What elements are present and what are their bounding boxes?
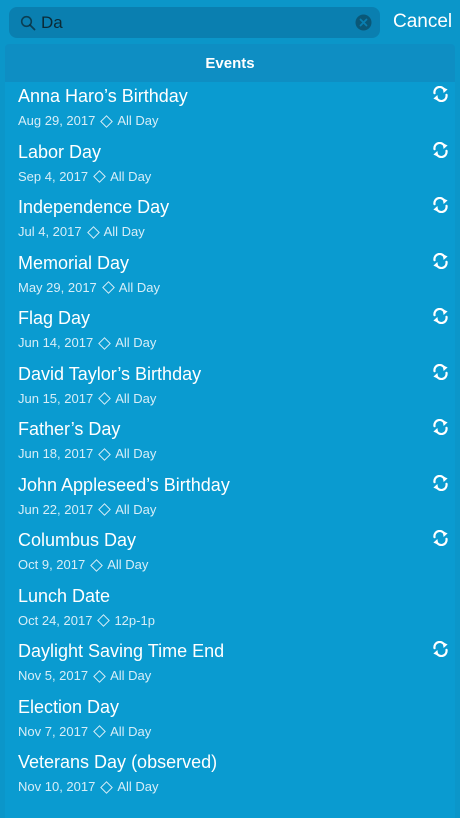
event-title: Flag Day <box>18 308 91 328</box>
event-date: Jun 18, 2017 <box>18 446 94 461</box>
event-row[interactable]: Columbus Day Oct 9, 2017 All Day <box>5 526 455 582</box>
search-icon <box>20 15 36 31</box>
event-date: Oct 9, 2017 <box>18 557 86 572</box>
repeat-icon <box>433 363 448 380</box>
section-header-events: Events <box>5 44 455 82</box>
event-meta: Nov 5, 2017 All Day <box>18 668 151 684</box>
diamond-icon <box>90 558 104 572</box>
event-date: Nov 7, 2017 <box>18 723 89 739</box>
event-row[interactable]: John Appleseed’s Birthday Jun 22, 2017 Al… <box>5 471 455 527</box>
event-time: All Day <box>110 168 152 184</box>
event-time: All Day <box>115 335 157 350</box>
event-time: All Day <box>107 557 149 572</box>
event-meta: Aug 29, 2017 All Day <box>18 113 159 129</box>
event-meta: Oct 24, 2017 12p-1p <box>18 613 155 629</box>
event-meta: Jun 22, 2017 All Day <box>18 502 156 518</box>
event-date: May 29, 2017 <box>18 279 97 295</box>
event-meta: Jun 14, 2017 All Day <box>18 335 156 351</box>
event-list: Anna Haro’s Birthday Aug 29, 2017 All Day… <box>5 82 455 804</box>
event-meta: Nov 10, 2017 All Day <box>18 779 159 795</box>
event-title: Daylight Saving Time End <box>18 641 225 661</box>
event-meta: Jul 4, 2017 All Day <box>18 224 145 240</box>
event-title: Columbus Day <box>18 530 137 550</box>
diamond-icon <box>101 281 115 294</box>
repeat-icon <box>433 141 448 158</box>
diamond-icon <box>93 170 106 183</box>
event-row[interactable]: Independence Day Jul 4, 2017 All Day <box>5 193 455 249</box>
repeat-icon <box>433 308 448 324</box>
event-row[interactable]: Memorial Day May 29, 2017 All Day <box>5 249 455 305</box>
event-title: David Taylor’s Birthday <box>18 363 202 384</box>
event-time: All Day <box>118 279 160 295</box>
event-title: Labor Day <box>18 141 102 162</box>
diamond-icon <box>86 225 100 239</box>
event-row[interactable]: Father’s Day Jun 18, 2017 All Day <box>5 415 455 471</box>
event-row[interactable]: Election Day Nov 7, 2017 All Day <box>5 693 455 749</box>
event-meta: Jun 18, 2017 All Day <box>18 446 156 462</box>
search-field[interactable] <box>9 7 380 38</box>
event-time: All Day <box>117 113 159 128</box>
event-date: Jul 4, 2017 <box>18 224 82 239</box>
diamond-icon <box>98 392 112 405</box>
event-row[interactable]: Flag Day Jun 14, 2017 All Day <box>5 304 455 360</box>
event-date: Jun 22, 2017 <box>18 501 94 517</box>
event-row[interactable]: Daylight Saving Time End Nov 5, 2017 All … <box>5 637 455 693</box>
search-bar: Cancel <box>0 0 460 44</box>
diamond-icon <box>97 614 111 627</box>
diamond-icon <box>98 503 112 516</box>
event-meta: Jun 15, 2017 All Day <box>18 391 156 407</box>
event-title: Veterans Day (observed) <box>18 752 218 772</box>
event-title: Anna Haro’s Birthday <box>18 86 188 106</box>
repeat-icon <box>433 419 448 435</box>
event-meta: Sep 4, 2017 All Day <box>18 169 151 185</box>
cancel-button[interactable]: Cancel <box>393 9 452 35</box>
event-time: All Day <box>115 501 157 517</box>
repeat-icon <box>433 530 448 546</box>
event-date: Jun 14, 2017 <box>18 335 94 350</box>
event-meta: Oct 9, 2017 All Day <box>18 557 148 573</box>
event-date: Nov 5, 2017 <box>18 668 89 683</box>
event-title: Lunch Date <box>18 585 111 606</box>
repeat-icon <box>433 86 448 102</box>
event-date: Nov 10, 2017 <box>18 779 96 794</box>
repeat-icon <box>433 197 448 213</box>
repeat-icon <box>433 252 448 269</box>
event-title: Independence Day <box>18 197 170 217</box>
event-title: Memorial Day <box>18 252 130 273</box>
event-time: All Day <box>115 390 157 406</box>
event-title: Election Day <box>18 696 120 717</box>
event-row[interactable]: David Taylor’s Birthday Jun 15, 2017 All … <box>5 360 455 416</box>
event-title: John Appleseed’s Birthday <box>18 474 230 495</box>
diamond-icon <box>100 114 114 128</box>
results-panel: Events Anna Haro’s Birthday Aug 29, 2017… <box>5 44 455 818</box>
event-time: 12p-1p <box>114 612 155 628</box>
event-title: Father’s Day <box>18 419 121 439</box>
repeat-icon <box>433 641 448 657</box>
event-time: All Day <box>103 224 145 239</box>
repeat-icon <box>433 474 448 491</box>
event-time: All Day <box>110 668 152 683</box>
event-time: All Day <box>110 723 152 739</box>
event-date: Aug 29, 2017 <box>18 113 96 128</box>
diamond-icon <box>93 669 106 683</box>
diamond-icon <box>98 447 112 461</box>
event-meta: Nov 7, 2017 All Day <box>18 724 151 740</box>
diamond-icon <box>100 780 114 794</box>
event-time: All Day <box>117 779 159 794</box>
event-meta: May 29, 2017 All Day <box>18 280 160 296</box>
event-date: Sep 4, 2017 <box>18 168 89 184</box>
event-row[interactable]: Labor Day Sep 4, 2017 All Day <box>5 138 455 194</box>
diamond-icon <box>93 725 106 738</box>
event-row[interactable]: Lunch Date Oct 24, 2017 12p-1p <box>5 582 455 638</box>
event-row[interactable]: Veterans Day (observed) Nov 10, 2017 All … <box>5 748 455 804</box>
search-input[interactable] <box>41 11 351 35</box>
event-time: All Day <box>115 446 157 461</box>
event-date: Oct 24, 2017 <box>18 612 93 628</box>
event-date: Jun 15, 2017 <box>18 390 94 406</box>
clear-icon[interactable] <box>355 14 372 31</box>
event-row[interactable]: Anna Haro’s Birthday Aug 29, 2017 All Day <box>5 82 455 138</box>
diamond-icon <box>98 336 112 350</box>
